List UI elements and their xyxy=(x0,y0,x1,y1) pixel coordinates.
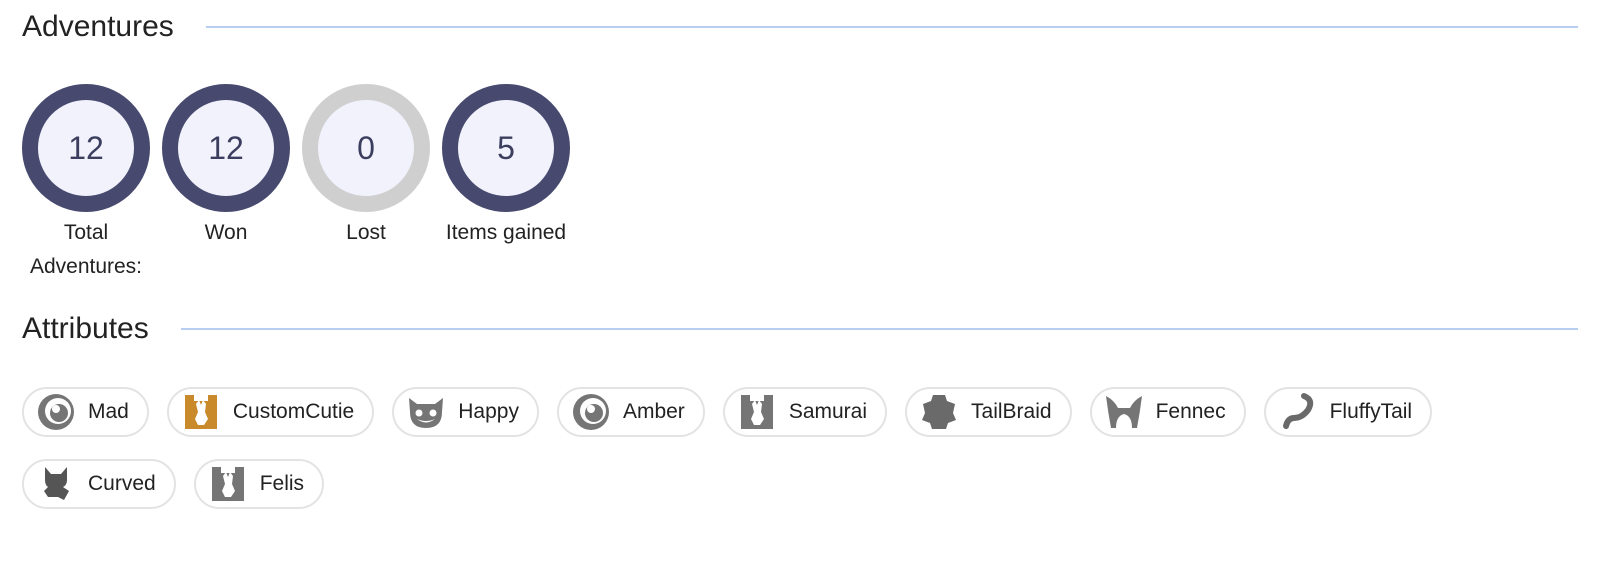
chip-label: CustomCutie xyxy=(232,400,355,423)
adventures-divider xyxy=(205,26,1578,28)
chip-label: Mad xyxy=(88,400,129,423)
tail-icon xyxy=(1278,392,1318,432)
chip-label: Amber xyxy=(622,400,685,423)
chip-label: Fennec xyxy=(1155,400,1226,423)
stat-ring: 12 xyxy=(22,84,150,212)
chip-felis[interactable]: Felis xyxy=(193,459,325,509)
attributes-divider xyxy=(180,328,1578,330)
attribute-chip-list: Mad CustomCutie Happy Amber Samurai Tail… xyxy=(22,387,1562,531)
stat-lost: 0 Lost xyxy=(302,84,430,284)
stat-value: 12 xyxy=(208,129,244,166)
cat-body-icon xyxy=(737,392,777,432)
chip-label: TailBraid xyxy=(971,400,1052,423)
chip-fennec[interactable]: Fennec xyxy=(1089,387,1246,437)
stat-label: Won xyxy=(204,221,248,244)
chip-mad[interactable]: Mad xyxy=(22,387,149,437)
attributes-title: Attributes xyxy=(22,312,149,345)
stat-label: Lost xyxy=(346,221,386,244)
stat-value: 12 xyxy=(68,129,104,166)
chip-samurai[interactable]: Samurai xyxy=(722,387,888,437)
adventures-header: Adventures xyxy=(22,10,1578,44)
chip-customcutie[interactable]: CustomCutie xyxy=(166,387,375,437)
stat-value: 0 xyxy=(357,129,375,166)
smile-face-icon xyxy=(406,392,446,432)
chip-fluffytail[interactable]: FluffyTail xyxy=(1263,387,1433,437)
chip-curved[interactable]: Curved xyxy=(22,459,176,509)
attributes-header: Attributes xyxy=(22,312,1578,346)
cat-body-icon xyxy=(208,464,248,504)
chip-label: Samurai xyxy=(788,400,868,423)
adventures-title: Adventures xyxy=(22,10,174,43)
eye-icon xyxy=(36,392,76,432)
stat-ring: 5 xyxy=(442,84,570,212)
chip-label: Curved xyxy=(88,472,156,495)
stat-ring: 0 xyxy=(302,84,430,212)
chip-label: Felis xyxy=(259,472,305,495)
chip-happy[interactable]: Happy xyxy=(392,387,539,437)
chip-label: Happy xyxy=(458,400,519,423)
stat-total-adventures: 12 Total Adventures: xyxy=(22,84,150,284)
stat-items-gained: 5 Items gained xyxy=(442,84,570,284)
ears-icon xyxy=(1104,392,1144,432)
stat-label: Total Adventures: xyxy=(29,221,143,278)
eye-icon xyxy=(571,392,611,432)
cat-silhouette-icon xyxy=(36,464,76,504)
stat-label: Items gained xyxy=(445,221,567,244)
chip-label: FluffyTail xyxy=(1329,400,1413,423)
braid-icon xyxy=(919,392,959,432)
stat-ring: 12 xyxy=(162,84,290,212)
adventure-stats: 12 Total Adventures: 12 Won 0 Lost 5 Ite… xyxy=(22,84,582,284)
stat-value: 5 xyxy=(497,129,515,166)
chip-tailbraid[interactable]: TailBraid xyxy=(905,387,1072,437)
chip-amber[interactable]: Amber xyxy=(556,387,705,437)
stat-won: 12 Won xyxy=(162,84,290,284)
cat-body-icon xyxy=(181,392,221,432)
